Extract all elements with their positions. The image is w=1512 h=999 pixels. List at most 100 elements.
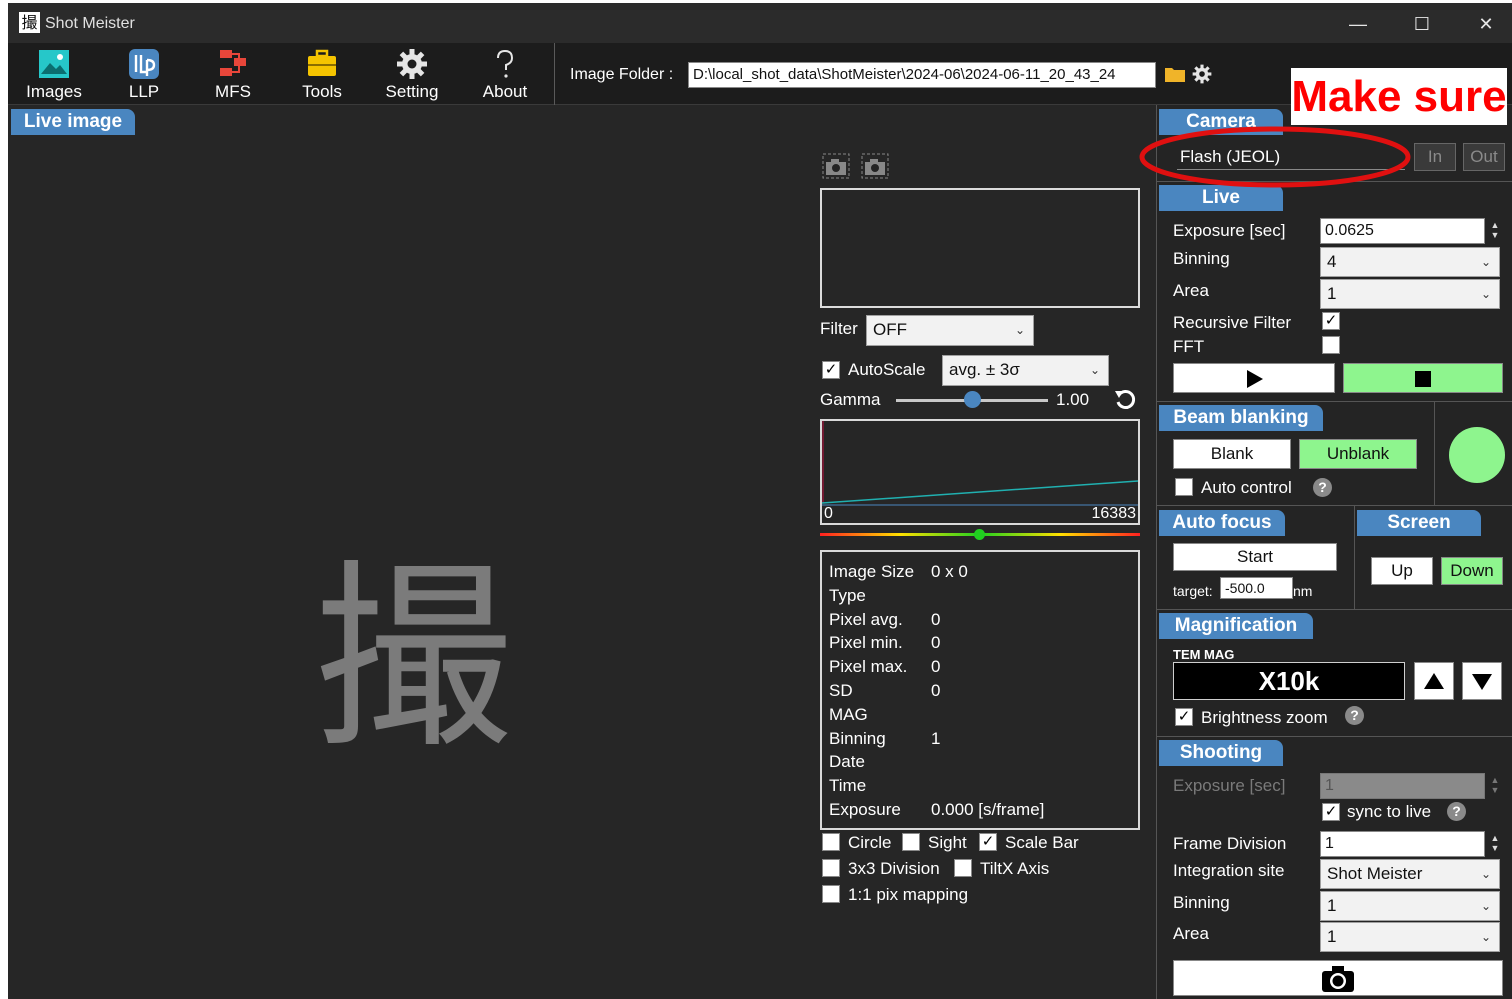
folder-icon[interactable]: [1164, 65, 1186, 83]
live-stop-button[interactable]: [1343, 363, 1503, 393]
gamma-value: 1.00: [1056, 390, 1090, 409]
integration-site-select[interactable]: Shot Meister ⌄: [1320, 859, 1500, 889]
live-start-button[interactable]: [1173, 363, 1335, 393]
info-key: Date: [829, 752, 865, 772]
live-exposure-stepper[interactable]: ▲ ▼: [1489, 220, 1501, 240]
live-area-select[interactable]: 1 ⌄: [1320, 279, 1500, 309]
scale-bar-checkbox[interactable]: ✓: [979, 833, 997, 851]
tab-live-image[interactable]: Live image: [11, 109, 135, 135]
info-key: Type: [829, 585, 866, 605]
main-toolbar: Images LLP MFS Tools Setting About Image…: [8, 43, 1512, 105]
minimize-button[interactable]: —: [1338, 9, 1378, 39]
camera-out-button[interactable]: Out: [1463, 143, 1505, 171]
frame-division-stepper[interactable]: ▲ ▼: [1489, 833, 1501, 853]
reset-icon[interactable]: [1114, 389, 1136, 411]
setting-button[interactable]: Setting: [372, 43, 452, 103]
screen-down-button[interactable]: Down: [1441, 557, 1503, 585]
watermark-logo: 撮: [313, 543, 514, 776]
shoot-binning-select[interactable]: 1 ⌄: [1320, 891, 1500, 921]
image-folder-input[interactable]: D:\local_shot_data\ShotMeister\2024-06\2…: [688, 62, 1156, 88]
gamma-slider-thumb[interactable]: [964, 391, 981, 408]
divider: [1354, 505, 1355, 609]
tiltx-checkbox[interactable]: [954, 859, 972, 877]
filter-select[interactable]: OFF ⌄: [866, 315, 1034, 346]
help-icon[interactable]: ?: [1447, 802, 1466, 821]
live-area-value: 1: [1327, 284, 1337, 303]
tab-shooting[interactable]: Shooting: [1159, 740, 1283, 766]
integration-site-label: Integration site: [1173, 861, 1285, 880]
sync-to-live-checkbox[interactable]: ✓: [1322, 803, 1340, 821]
llp-button[interactable]: LLP: [104, 43, 184, 103]
help-icon[interactable]: ?: [1345, 706, 1364, 725]
close-button[interactable]: ✕: [1466, 9, 1506, 39]
camera-in-button[interactable]: In: [1414, 143, 1456, 171]
unblank-button[interactable]: Unblank: [1299, 439, 1417, 469]
auto-control-checkbox[interactable]: [1175, 478, 1193, 496]
info-key: Time: [829, 776, 867, 796]
auto-focus-start-button[interactable]: Start: [1173, 543, 1337, 571]
autoscale-mode-select[interactable]: avg. ± 3σ ⌄: [942, 355, 1109, 386]
live-binning-select[interactable]: 4 ⌄: [1320, 247, 1500, 277]
info-key: Pixel min.: [829, 633, 903, 653]
tab-magnification[interactable]: Magnification: [1159, 613, 1313, 639]
about-button[interactable]: About: [465, 43, 545, 103]
division-label: 3x3 Division: [848, 859, 940, 878]
live-binning-value: 4: [1327, 252, 1337, 271]
target-input[interactable]: -500.0: [1220, 577, 1293, 599]
color-range-thumb[interactable]: [974, 529, 985, 540]
mfs-label: MFS: [215, 82, 251, 101]
shoot-exposure-stepper[interactable]: ▲ ▼: [1489, 775, 1501, 795]
divider: [1157, 505, 1512, 506]
shoot-exposure-input[interactable]: 1: [1320, 773, 1485, 799]
divider: [1157, 401, 1512, 402]
tab-screen[interactable]: Screen: [1357, 510, 1481, 536]
tab-beam-blanking[interactable]: Beam blanking: [1159, 405, 1323, 431]
live-exposure-input[interactable]: 0.0625: [1320, 218, 1485, 244]
blank-button[interactable]: Blank: [1173, 439, 1291, 469]
circle-checkbox[interactable]: [822, 833, 840, 851]
maximize-button[interactable]: ☐: [1402, 9, 1442, 39]
mag-down-button[interactable]: [1462, 662, 1502, 700]
sight-checkbox[interactable]: [902, 833, 920, 851]
toolbox-icon: [308, 49, 336, 76]
info-value: 0 x 0: [931, 562, 968, 581]
screen-up-button[interactable]: Up: [1371, 557, 1433, 585]
images-label: Images: [26, 82, 82, 101]
autoscale-checkbox[interactable]: ✓: [822, 361, 840, 379]
brightness-zoom-checkbox[interactable]: ✓: [1175, 708, 1193, 726]
fft-checkbox[interactable]: [1322, 336, 1340, 354]
pix-mapping-checkbox[interactable]: [822, 885, 840, 903]
snapshot-icon[interactable]: [822, 153, 850, 179]
mfs-button[interactable]: MFS: [193, 43, 273, 103]
live-image-area[interactable]: Live image 撮 Filter OFF ⌄ ✓ AutoScale av…: [8, 105, 1156, 999]
snapshot-multi-icon[interactable]: [861, 153, 889, 179]
window-title: Shot Meister: [45, 15, 135, 32]
mag-up-button[interactable]: [1414, 662, 1454, 700]
circle-label: Circle: [848, 833, 892, 852]
shoot-area-select[interactable]: 1 ⌄: [1320, 922, 1500, 952]
annotation-ellipse: [1139, 126, 1411, 188]
tiltx-label: TiltX Axis: [980, 859, 1050, 878]
frame-division-label: Frame Division: [1173, 834, 1287, 853]
tab-auto-focus[interactable]: Auto focus: [1159, 510, 1285, 536]
histogram: 0 16383: [820, 419, 1140, 525]
frame-division-input[interactable]: 1: [1320, 831, 1485, 857]
camera-icon: [1322, 966, 1354, 992]
gear-icon: [397, 49, 427, 79]
filter-value: OFF: [873, 320, 907, 339]
sight-label: Sight: [928, 833, 967, 852]
help-icon[interactable]: ?: [1313, 478, 1332, 497]
shoot-area-label: Area: [1173, 924, 1209, 943]
divider: [1434, 401, 1435, 505]
integration-site-value: Shot Meister: [1327, 864, 1423, 883]
magnification-display: X10k: [1173, 662, 1405, 700]
folder-settings-icon[interactable]: [1192, 64, 1212, 84]
recursive-filter-checkbox[interactable]: ✓: [1322, 312, 1340, 330]
division-checkbox[interactable]: [822, 859, 840, 877]
app-logo-icon: 撮: [19, 12, 40, 33]
tools-button[interactable]: Tools: [282, 43, 362, 103]
chevron-down-icon: ⌄: [1480, 255, 1491, 269]
shoot-area-value: 1: [1327, 927, 1337, 946]
shoot-button[interactable]: [1173, 960, 1503, 996]
images-button[interactable]: Images: [14, 43, 94, 103]
